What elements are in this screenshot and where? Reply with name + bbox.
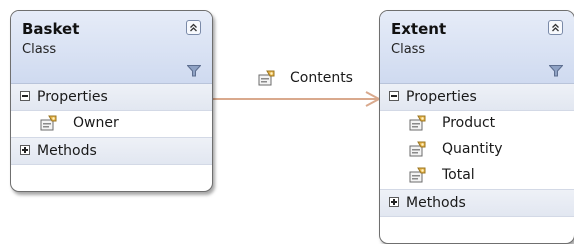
class-shape-basket[interactable]: Basket Class Properties Owner Methods [10, 10, 213, 192]
class-name: Extent [391, 20, 447, 38]
association-label: Contents [290, 70, 353, 86]
property-item[interactable]: Quantity [380, 137, 574, 163]
filter-funnel-icon[interactable] [187, 65, 201, 77]
section-properties[interactable]: Properties [11, 84, 212, 111]
property-item[interactable]: Owner [11, 111, 212, 137]
section-methods[interactable]: Methods [380, 189, 574, 217]
property-icon [409, 167, 426, 183]
class-header[interactable]: Basket Class [11, 11, 212, 84]
collapse-minus-icon[interactable] [389, 91, 399, 101]
section-properties[interactable]: Properties [380, 84, 574, 111]
class-stereotype: Class [22, 42, 57, 57]
collapse-minus-icon[interactable] [20, 91, 30, 101]
collapse-chevron-icon[interactable] [186, 20, 201, 35]
expand-plus-icon[interactable] [20, 145, 30, 155]
property-name: Quantity [442, 141, 503, 157]
section-label: Properties [37, 89, 108, 105]
property-icon [258, 70, 275, 86]
property-icon [409, 115, 426, 131]
property-name: Total [442, 167, 475, 183]
property-icon [40, 115, 57, 131]
filter-funnel-icon[interactable] [549, 65, 563, 77]
property-name: Product [442, 115, 496, 131]
property-name: Owner [73, 115, 119, 131]
collapse-chevron-icon[interactable] [548, 20, 563, 35]
class-name: Basket [22, 20, 80, 38]
section-label: Methods [406, 195, 466, 211]
section-label: Properties [406, 89, 477, 105]
property-item[interactable]: Total [380, 163, 574, 189]
class-header[interactable]: Extent Class [380, 11, 574, 84]
section-label: Methods [37, 143, 97, 159]
property-icon [409, 141, 426, 157]
class-shape-extent[interactable]: Extent Class Properties Product Quantity… [379, 10, 574, 244]
section-methods[interactable]: Methods [11, 137, 212, 165]
expand-plus-icon[interactable] [389, 197, 399, 207]
property-item[interactable]: Product [380, 111, 574, 137]
class-stereotype: Class [391, 42, 426, 57]
